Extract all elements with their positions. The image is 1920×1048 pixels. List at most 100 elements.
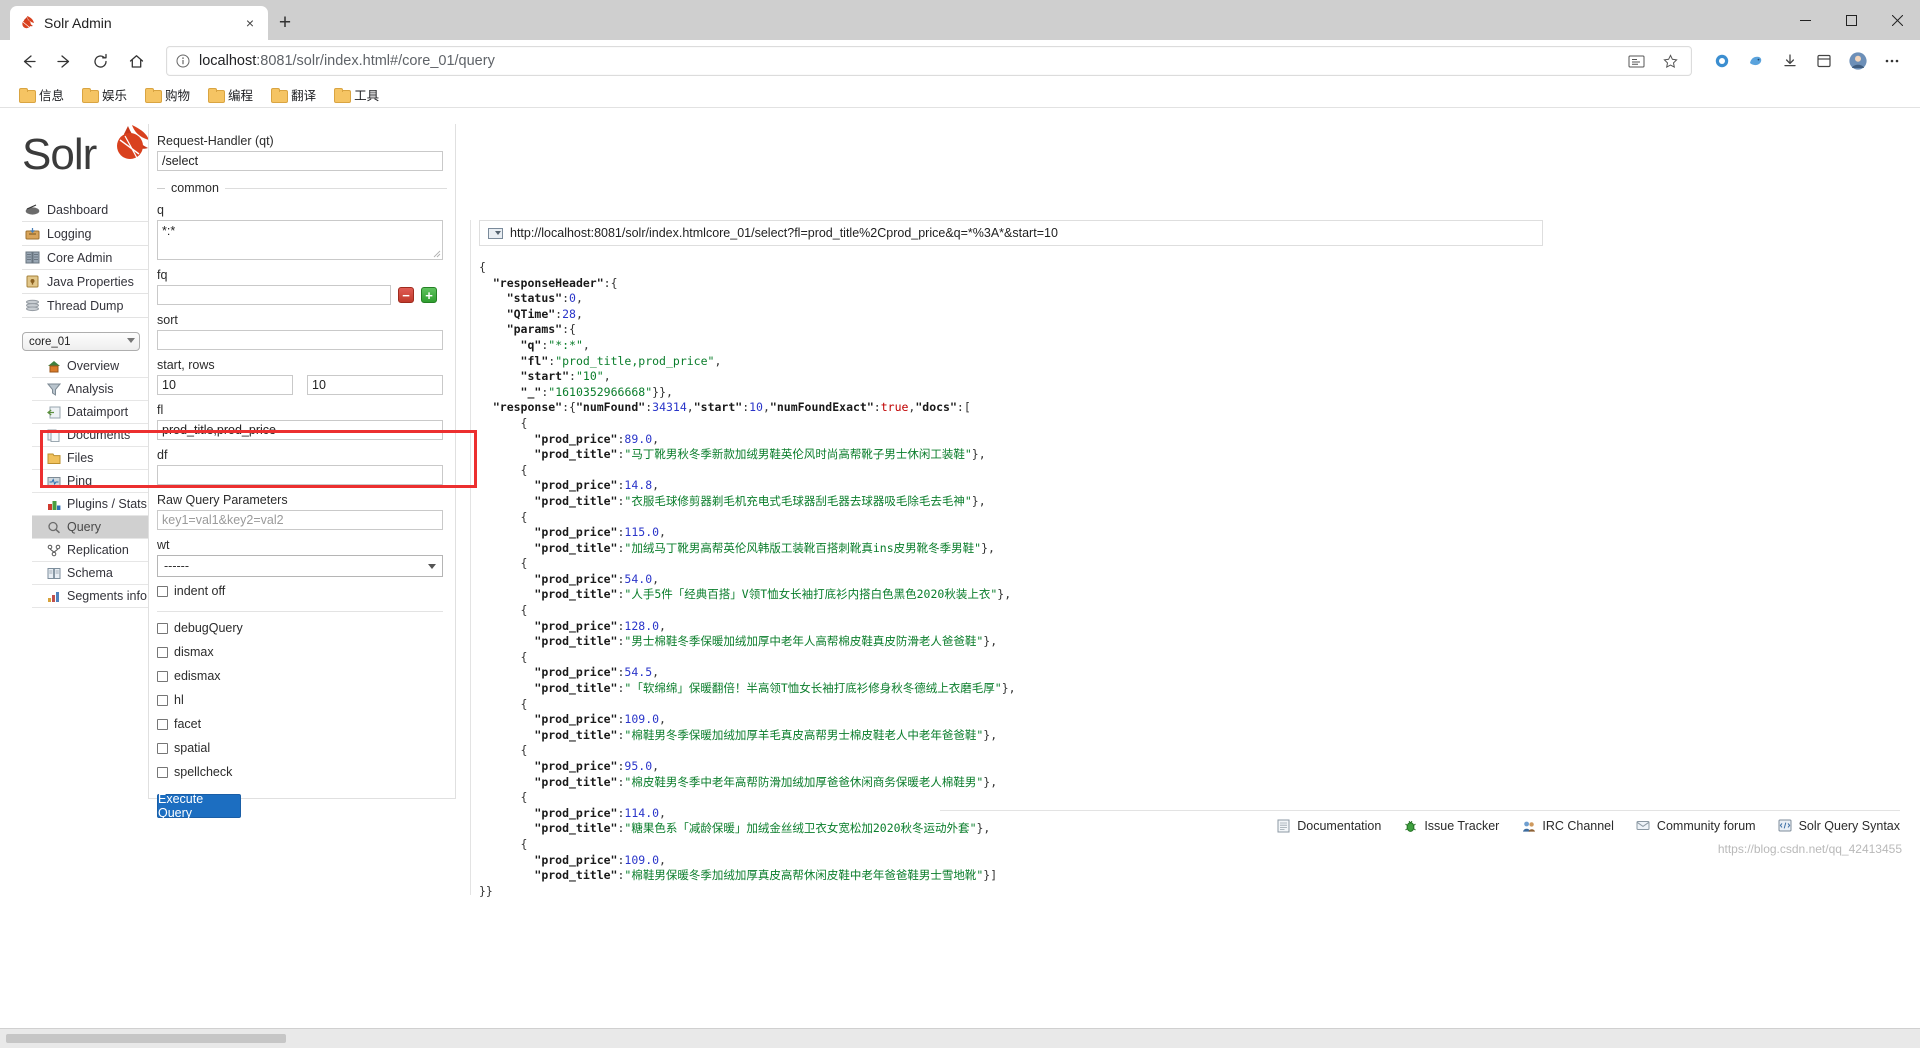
bookmark-label: 工具 — [354, 89, 380, 103]
spatial-row[interactable]: spatial — [157, 738, 447, 758]
browser-tab-solr-admin[interactable]: Solr Admin × — [10, 6, 268, 40]
dismax-row[interactable]: dismax — [157, 642, 447, 662]
window-minimize-button[interactable] — [1782, 0, 1828, 40]
reader-view-icon[interactable] — [1623, 48, 1649, 74]
dismax-checkbox[interactable] — [157, 646, 168, 658]
documentation-icon — [1276, 818, 1291, 833]
navigation-toolbar: localhost:8081/solr/index.html#/core_01/… — [0, 40, 1920, 82]
footer-link-community-forum[interactable]: Community forum — [1636, 818, 1756, 833]
bookmark-star-icon[interactable] — [1657, 48, 1683, 74]
fl-input[interactable]: prod_title,prod_price — [157, 420, 443, 440]
window-maximize-button[interactable] — [1828, 0, 1874, 40]
spatial-checkbox[interactable] — [157, 742, 168, 754]
sidebar-item-overview[interactable]: Overview — [32, 355, 160, 378]
profile-avatar-icon[interactable] — [1842, 45, 1874, 77]
spellcheck-checkbox[interactable] — [157, 766, 168, 778]
debugquery-checkbox[interactable] — [157, 622, 168, 634]
indent-off-row[interactable]: indent off — [157, 581, 447, 601]
rows-input[interactable]: 10 — [307, 375, 443, 395]
json-numfoundexact-value: true — [880, 400, 909, 415]
fq-remove-button[interactable]: − — [398, 287, 414, 303]
form-divider — [157, 611, 443, 612]
settings-more-icon[interactable] — [1876, 45, 1908, 77]
sidebar-item-logging[interactable]: Logging — [22, 222, 150, 246]
request-handler-input[interactable]: /select — [157, 151, 443, 171]
request-handler-label: Request-Handler (qt) — [157, 134, 274, 148]
ping-icon — [46, 474, 61, 488]
fq-row: − + — [157, 285, 447, 305]
tab-close-icon[interactable]: × — [240, 13, 260, 33]
bookmark-item[interactable]: 工具 — [327, 83, 386, 106]
reload-icon[interactable] — [84, 45, 116, 77]
home-icon[interactable] — [120, 45, 152, 77]
indent-off-checkbox[interactable] — [157, 585, 168, 597]
fq-input[interactable] — [157, 285, 391, 305]
footer-link-documentation[interactable]: Documentation — [1276, 818, 1381, 833]
bookmark-item[interactable]: 购物 — [138, 83, 197, 106]
footer-link-issue-tracker[interactable]: Issue Tracker — [1403, 818, 1499, 833]
sidebar-item-files[interactable]: Files — [32, 447, 160, 470]
execute-query-button[interactable]: Execute Query — [157, 792, 241, 820]
sidebar-item-plugins-stats[interactable]: Plugins / Stats — [32, 493, 160, 516]
collections-icon[interactable] — [1706, 45, 1738, 77]
debugquery-row[interactable]: debugQuery — [157, 618, 447, 638]
core-selector-value[interactable]: core_01 — [22, 332, 140, 351]
spellcheck-row[interactable]: spellcheck — [157, 762, 447, 782]
browser-tab-title: Solr Admin — [44, 15, 112, 31]
edismax-row[interactable]: edismax — [157, 666, 447, 686]
bookmark-item[interactable]: 娱乐 — [75, 83, 134, 106]
thread-dump-icon — [24, 298, 40, 313]
address-bar[interactable]: localhost:8081/solr/index.html#/core_01/… — [166, 46, 1692, 76]
q-input[interactable]: *:* — [157, 220, 443, 260]
horizontal-scrollbar-thumb[interactable] — [6, 1034, 286, 1043]
sidebar-item-documents[interactable]: Documents — [32, 424, 160, 447]
facet-row[interactable]: facet — [157, 714, 447, 734]
sidebar-item-dataimport[interactable]: Dataimport — [32, 401, 160, 424]
sidebar-item-label: Logging — [47, 226, 92, 241]
sidebar-item-query[interactable]: Query — [32, 516, 160, 539]
window-close-button[interactable] — [1874, 0, 1920, 40]
forward-arrow-icon[interactable] — [48, 45, 80, 77]
bookmark-label: 娱乐 — [102, 89, 128, 103]
sidebar-item-thread-dump[interactable]: Thread Dump — [22, 294, 150, 318]
bookmark-item[interactable]: 翻译 — [264, 83, 323, 106]
back-arrow-icon[interactable] — [12, 45, 44, 77]
footer-link-solr-query-syntax[interactable]: Solr Query Syntax — [1778, 818, 1900, 833]
sort-input[interactable] — [157, 330, 443, 350]
json-status-value: 0 — [569, 291, 576, 306]
downloads-icon[interactable] — [1774, 45, 1806, 77]
collections-panel-icon[interactable] — [1808, 45, 1840, 77]
edismax-checkbox[interactable] — [157, 670, 168, 682]
sidebar-item-core-admin[interactable]: Core Admin — [22, 246, 150, 270]
new-tab-button[interactable]: + — [268, 6, 302, 40]
sidebar-item-analysis[interactable]: Analysis — [32, 378, 160, 401]
raw-query-parameters-input[interactable]: key1=val1&key2=val2 — [157, 510, 443, 530]
sidebar-item-java-properties[interactable]: Java Properties — [22, 270, 150, 294]
wt-select[interactable]: ------ — [157, 555, 443, 577]
folder-icon — [334, 88, 352, 103]
footer-link-irc-channel[interactable]: IRC Channel — [1521, 818, 1614, 833]
solr-logo[interactable]: Solr — [22, 122, 150, 188]
sidebar-item-dashboard[interactable]: Dashboard — [22, 198, 150, 222]
sidebar-item-replication[interactable]: Replication — [32, 539, 160, 562]
sidebar-item-schema[interactable]: Schema — [32, 562, 160, 585]
core-selector[interactable]: core_01 — [22, 332, 140, 351]
info-circle-icon[interactable] — [175, 53, 191, 69]
schema-book-icon — [46, 566, 61, 580]
facet-checkbox[interactable] — [157, 718, 168, 730]
hl-checkbox[interactable] — [157, 694, 168, 706]
bookmark-item[interactable]: 编程 — [201, 83, 260, 106]
result-url-bar[interactable]: http://localhost:8081/solr/index.htmlcor… — [479, 220, 1543, 246]
address-bar-url: localhost:8081/solr/index.html#/core_01/… — [199, 53, 1615, 69]
hl-row[interactable]: hl — [157, 690, 447, 710]
df-input[interactable] — [157, 465, 443, 485]
fq-add-button[interactable]: + — [421, 287, 437, 303]
bookmark-item[interactable]: 信息 — [12, 83, 71, 106]
extension-bird-icon[interactable] — [1740, 45, 1772, 77]
sidebar-item-segments-info[interactable]: Segments info — [32, 585, 160, 608]
sidebar-item-label: Analysis — [67, 382, 114, 396]
bookmark-label: 购物 — [165, 89, 191, 103]
doc-title: 棉鞋男保暖冬季加绒加厚真皮高帮休闲皮鞋中老年爸爸鞋男士雪地靴 — [631, 868, 977, 883]
sidebar-item-ping[interactable]: Ping — [32, 470, 160, 493]
start-input[interactable]: 10 — [157, 375, 293, 395]
